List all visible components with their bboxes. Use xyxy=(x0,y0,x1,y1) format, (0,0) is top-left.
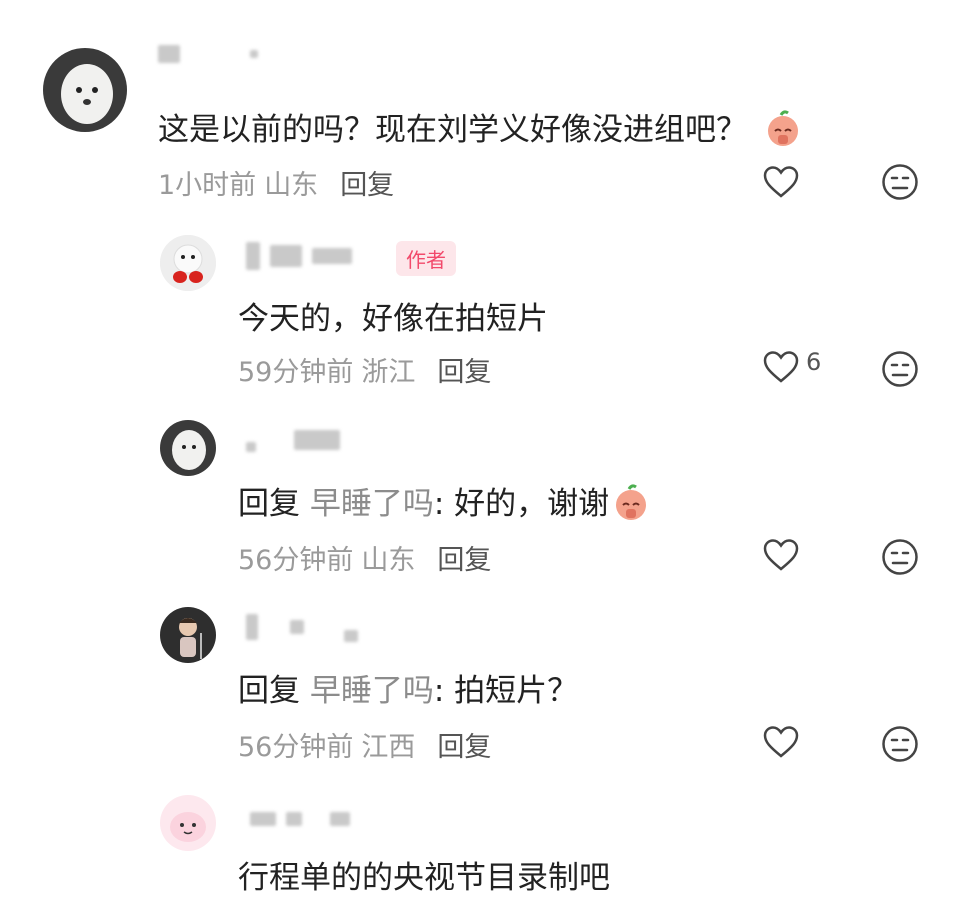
neutral-face-icon xyxy=(882,164,918,200)
comment-meta: 1小时前 山东 回复 xyxy=(158,163,394,202)
region: 山东 xyxy=(264,170,319,201)
timestamp: 56分钟前 xyxy=(238,732,354,763)
avatar[interactable] xyxy=(160,607,216,663)
like-button[interactable] xyxy=(762,165,806,199)
heart-outline-icon xyxy=(763,351,799,383)
praying-peach-emoji-icon xyxy=(611,483,651,529)
dog-avatar-icon xyxy=(160,420,216,476)
heart-outline-icon xyxy=(763,726,799,758)
username-blurred[interactable] xyxy=(250,812,350,826)
comment-meta: 59分钟前 浙江 回复 xyxy=(238,350,491,389)
dislike-button[interactable] xyxy=(881,350,919,392)
dislike-button[interactable] xyxy=(881,725,919,767)
region: 浙江 xyxy=(361,357,416,388)
comment-text: 回复 早睡了吗: 拍短片？ xyxy=(238,673,579,709)
reply-prefix: 回复 xyxy=(238,486,300,522)
username-blurred[interactable] xyxy=(246,428,340,452)
neutral-face-icon xyxy=(882,726,918,762)
comment-text: 回复 早睡了吗: 好的，谢谢 xyxy=(238,478,651,529)
neutral-face-icon xyxy=(882,539,918,575)
heart-outline-icon xyxy=(763,166,799,198)
reply-button[interactable]: 回复 xyxy=(437,732,491,763)
timestamp: 1小时前 xyxy=(158,170,257,201)
reply-prefix: 回复 xyxy=(238,673,300,709)
avatar[interactable] xyxy=(43,48,127,132)
timestamp: 56分钟前 xyxy=(238,545,354,576)
reply-target-username[interactable]: 早睡了吗 xyxy=(310,673,434,709)
person-avatar-icon xyxy=(160,607,216,663)
reply-button[interactable]: 回复 xyxy=(437,545,491,576)
reply-button[interactable]: 回复 xyxy=(437,357,491,388)
comment-text: 行程单的的央视节目录制吧 xyxy=(238,860,610,896)
comment-meta: 56分钟前 山东 回复 xyxy=(238,538,491,577)
like-button[interactable] xyxy=(762,725,806,759)
reply-target-username[interactable]: 早睡了吗 xyxy=(310,486,434,522)
like-count: 6 xyxy=(806,348,822,376)
neutral-face-icon xyxy=(882,351,918,387)
region: 江西 xyxy=(361,732,416,763)
username-blurred[interactable] xyxy=(246,242,352,270)
author-badge: 作者 xyxy=(396,241,456,276)
like-button[interactable]: 6 xyxy=(762,348,822,384)
reply-button[interactable]: 回复 xyxy=(340,170,394,201)
username-blurred[interactable] xyxy=(158,45,258,63)
heart-outline-icon xyxy=(763,539,799,571)
comment-text: 今天的，好像在拍短片 xyxy=(238,301,548,337)
dog-avatar-icon xyxy=(43,48,127,132)
timestamp: 59分钟前 xyxy=(238,357,354,388)
praying-peach-emoji-icon xyxy=(763,109,803,155)
region: 山东 xyxy=(361,545,416,576)
dislike-button[interactable] xyxy=(881,163,919,205)
bear-avatar-icon xyxy=(160,235,216,291)
avatar[interactable] xyxy=(160,235,216,291)
comment-meta: 56分钟前 江西 回复 xyxy=(238,725,491,764)
pink-creature-avatar-icon xyxy=(160,795,216,851)
like-button[interactable] xyxy=(762,538,806,572)
avatar[interactable] xyxy=(160,420,216,476)
comment-text: 这是以前的吗？现在刘学义好像没进组吧？ xyxy=(158,104,803,155)
avatar[interactable] xyxy=(160,795,216,851)
username-blurred[interactable] xyxy=(246,612,358,642)
dislike-button[interactable] xyxy=(881,538,919,580)
